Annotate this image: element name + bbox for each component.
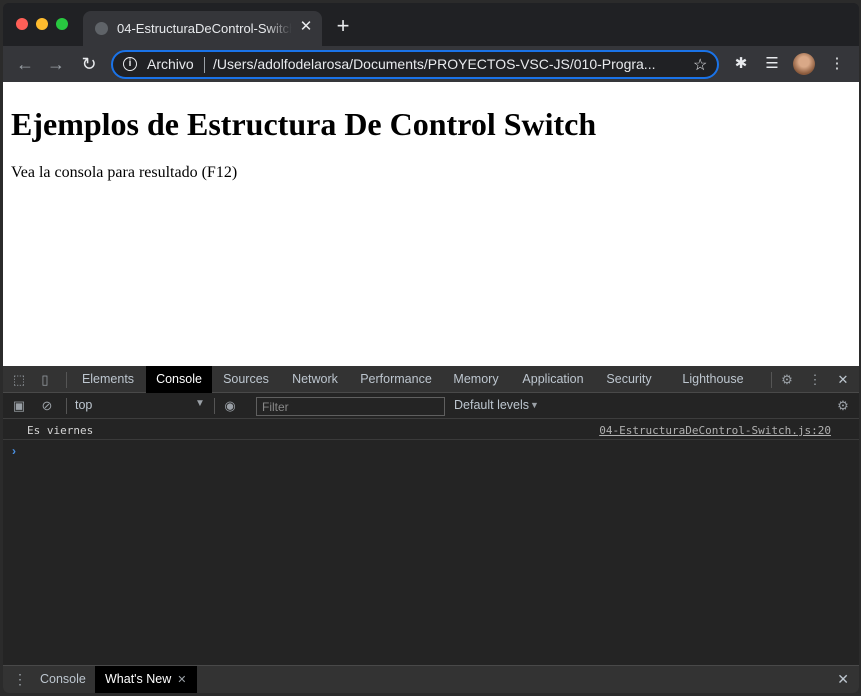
device-toolbar-icon[interactable]: ▯ bbox=[37, 372, 53, 388]
log-levels-dropdown[interactable]: Default levels bbox=[454, 398, 529, 412]
clear-console-icon[interactable]: ⊘ bbox=[39, 398, 55, 414]
inspect-element-icon[interactable]: ⬚ bbox=[11, 372, 27, 388]
console-source-link[interactable]: 04-EstructuraDeControl-Switch.js:20 bbox=[599, 424, 831, 437]
bookmark-star-icon[interactable]: ☆ bbox=[693, 55, 707, 75]
devtools-tabbar: ⬚ ▯ Elements Console Sources Network Per… bbox=[3, 366, 859, 393]
devtools-tab-application[interactable]: Application bbox=[513, 366, 593, 393]
console-toolbar: ▣ ⊘ top ▼ ◉ Default levels ▼ ⚙ bbox=[3, 393, 859, 419]
forward-arrow-icon[interactable]: → bbox=[46, 54, 66, 74]
tab-divider bbox=[771, 372, 772, 388]
address-bar[interactable]: i Archivo /Users/adolfodelarosa/Document… bbox=[111, 50, 719, 79]
devtools-tab-elements[interactable]: Elements bbox=[73, 366, 143, 393]
close-drawer-icon[interactable]: ✕ bbox=[837, 671, 849, 688]
media-control-icon[interactable]: ☰ bbox=[763, 55, 781, 73]
console-message: Es viernes bbox=[27, 424, 94, 437]
console-filter-input[interactable] bbox=[256, 397, 445, 416]
tab-strip: 04-EstructuraDeControl-Switch.html ✕ + bbox=[3, 3, 859, 46]
url-text[interactable]: /Users/adolfodelarosa/Documents/PROYECTO… bbox=[213, 56, 683, 72]
toolbar: ← → ↻ i Archivo /Users/adolfodelarosa/Do… bbox=[3, 46, 859, 82]
tab-title: 04-EstructuraDeControl-Switch.html bbox=[117, 21, 292, 36]
settings-gear-icon[interactable]: ⚙ bbox=[779, 372, 795, 388]
drawer-tab-whats-new[interactable]: What's New ✕ bbox=[95, 666, 197, 693]
drawer-menu-icon[interactable]: ⋮ bbox=[13, 671, 27, 688]
profile-avatar[interactable] bbox=[793, 53, 815, 75]
close-tab-icon[interactable]: ✕ bbox=[177, 674, 186, 686]
chevron-down-icon[interactable]: ▼ bbox=[530, 400, 539, 410]
new-tab-button[interactable]: + bbox=[333, 15, 353, 37]
close-window-button[interactable] bbox=[16, 18, 28, 30]
kebab-menu-icon[interactable]: ⋮ bbox=[828, 55, 846, 73]
devtools-tab-network[interactable]: Network bbox=[283, 366, 347, 393]
tab-divider bbox=[66, 372, 67, 388]
browser-tab[interactable]: 04-EstructuraDeControl-Switch.html ✕ bbox=[83, 11, 322, 46]
extensions-puzzle-icon[interactable]: ✱ bbox=[732, 55, 750, 73]
drawer-tab-console[interactable]: Console bbox=[40, 666, 86, 693]
toolbar-divider bbox=[214, 398, 215, 414]
info-icon[interactable]: i bbox=[123, 57, 137, 71]
devtools-tab-lighthouse[interactable]: Lighthouse bbox=[673, 366, 753, 393]
page-heading: Ejemplos de Estructura De Control Switch bbox=[11, 106, 597, 142]
console-settings-gear-icon[interactable]: ⚙ bbox=[835, 398, 851, 414]
console-prompt-icon[interactable]: › bbox=[12, 444, 16, 458]
sidebar-toggle-icon[interactable]: ▣ bbox=[11, 398, 27, 414]
console-message-row: Es viernes 04-EstructuraDeControl-Switch… bbox=[3, 420, 859, 440]
devtools-tab-security[interactable]: Security bbox=[599, 366, 659, 393]
devtools-tab-sources[interactable]: Sources bbox=[215, 366, 277, 393]
context-selector[interactable]: top bbox=[75, 398, 92, 412]
page-paragraph: Vea la consola para resultado (F12) bbox=[11, 164, 238, 181]
browser-window: 04-EstructuraDeControl-Switch.html ✕ + ←… bbox=[3, 3, 859, 693]
minimize-window-button[interactable] bbox=[36, 18, 48, 30]
devtools-drawer: ⋮ Console What's New ✕ ✕ bbox=[3, 665, 859, 693]
globe-icon bbox=[95, 22, 108, 35]
reload-icon[interactable]: ↻ bbox=[79, 54, 99, 74]
devtools-tab-console[interactable]: Console bbox=[146, 366, 212, 393]
devtools-menu-icon[interactable]: ⋮ bbox=[807, 372, 823, 388]
maximize-window-button[interactable] bbox=[56, 18, 68, 30]
file-scheme-chip: Archivo bbox=[147, 56, 194, 72]
back-arrow-icon[interactable]: ← bbox=[15, 54, 35, 74]
web-page: Ejemplos de Estructura De Control Switch… bbox=[3, 82, 859, 366]
chevron-down-icon[interactable]: ▼ bbox=[195, 398, 205, 409]
live-expression-eye-icon[interactable]: ◉ bbox=[222, 398, 238, 414]
tab-close-icon[interactable]: ✕ bbox=[298, 19, 314, 35]
drawer-tab-label: What's New bbox=[105, 672, 172, 686]
devtools-tab-memory[interactable]: Memory bbox=[446, 366, 506, 393]
close-devtools-icon[interactable]: ✕ bbox=[835, 372, 851, 388]
toolbar-divider bbox=[66, 398, 67, 414]
omnibox-divider bbox=[204, 57, 205, 73]
devtools-tab-performance[interactable]: Performance bbox=[353, 366, 439, 393]
devtools-panel: ⬚ ▯ Elements Console Sources Network Per… bbox=[3, 366, 859, 693]
